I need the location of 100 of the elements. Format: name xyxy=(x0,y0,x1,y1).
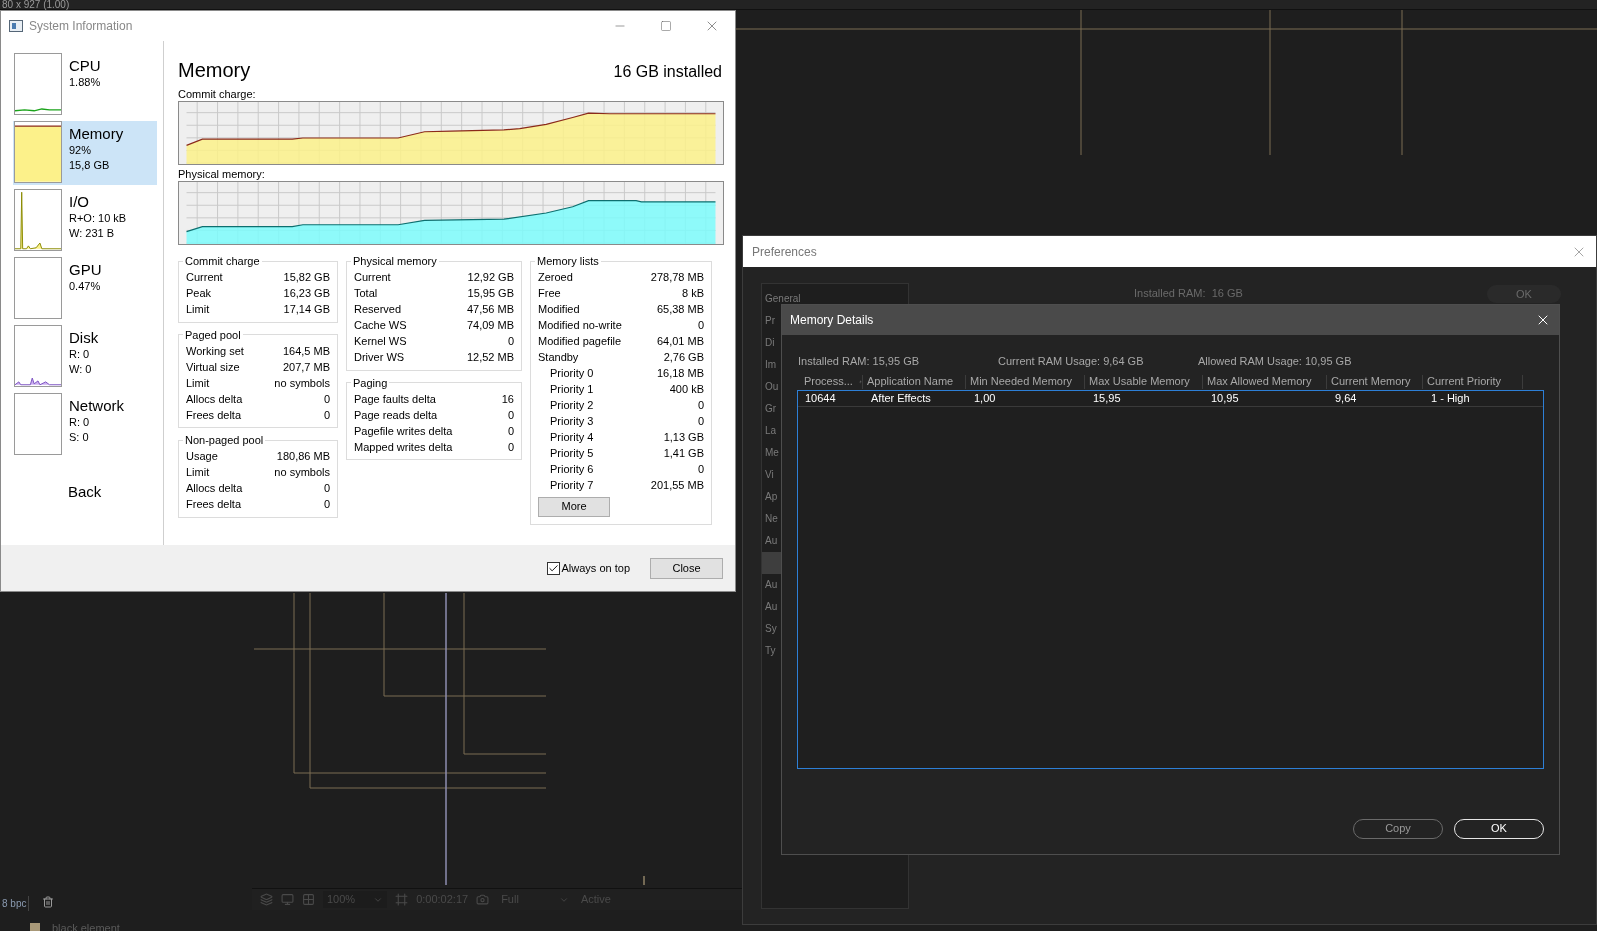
sidebar-item[interactable]: I/O R+O: 10 kB W: 231 B xyxy=(13,189,157,253)
graph-label: Commit charge: xyxy=(178,87,256,101)
column-header[interactable]: Current Memory xyxy=(1327,374,1423,389)
stat-value: 15,95 GB xyxy=(467,286,514,302)
section-heading: Memory xyxy=(178,58,251,83)
stat-label: Priority 1 xyxy=(550,382,594,398)
more-button[interactable]: More xyxy=(538,496,610,517)
table-cell-text: After Effects xyxy=(870,390,932,406)
stat-label: Virtual size xyxy=(186,359,240,375)
stat-label: Driver WS xyxy=(354,350,405,366)
column-header[interactable]: Current Priority xyxy=(1423,374,1523,389)
stat-label: Priority 2 xyxy=(550,398,594,414)
close-button[interactable]: Close xyxy=(650,557,723,579)
stat-value: 180,86 MB xyxy=(276,449,330,465)
sidebar-item[interactable]: Network R: 0 S: 0 xyxy=(13,393,157,457)
column-header[interactable]: Process... xyxy=(800,374,863,389)
stat-label: Standby xyxy=(538,350,579,366)
stat-label: Page faults delta xyxy=(354,391,436,407)
stat-value: 1,41 GB xyxy=(663,446,704,462)
layer-color-swatch xyxy=(30,923,40,931)
stat-label: Allocs delta xyxy=(186,391,243,407)
sidebar-item[interactable]: GPU 0.47% xyxy=(13,257,157,321)
usage-graph xyxy=(14,393,62,455)
app-icon xyxy=(9,20,23,32)
maximize-icon[interactable] xyxy=(660,20,672,32)
stat-value: 74,09 MB xyxy=(466,318,514,334)
group-title: Paging xyxy=(352,375,389,391)
stat-label: Limit xyxy=(186,465,210,481)
bit-depth: 8 bpc xyxy=(0,896,30,911)
stat-label: Priority 0 xyxy=(550,366,594,382)
table-cell-text: 1 - High xyxy=(1430,390,1471,406)
frame-icon[interactable] xyxy=(395,893,409,906)
checkbox[interactable] xyxy=(546,561,560,575)
stat-label: Limit xyxy=(186,302,210,318)
group-title: Physical memory xyxy=(352,254,438,269)
stat-value: no symbols xyxy=(274,465,330,481)
stat-value: 207,7 MB xyxy=(282,359,330,375)
usage-graph xyxy=(14,325,62,387)
stat-label: Priority 4 xyxy=(550,430,594,446)
usage-graph xyxy=(14,53,62,115)
stat-label: Priority 5 xyxy=(550,446,594,462)
stat-value: 0 xyxy=(507,439,514,455)
column-header[interactable]: Max Allowed Memory xyxy=(1203,374,1327,389)
stat-value: 0 xyxy=(507,334,514,350)
stat-label: Current xyxy=(186,270,223,286)
table-cell-text: 1,00 xyxy=(973,390,997,406)
stat-value: 164,5 MB xyxy=(282,343,330,359)
column-header[interactable]: Max Usable Memory xyxy=(1085,374,1203,389)
composition-size: 80 x 927 (1.00) xyxy=(2,0,70,10)
stat-label: Mapped writes delta xyxy=(354,439,453,455)
camera-icon[interactable] xyxy=(476,893,490,906)
stat-value: 0 xyxy=(323,497,330,513)
stat-value: 65,38 MB xyxy=(656,302,704,318)
stat-label: Frees delta xyxy=(186,407,242,423)
stat-value: 201,55 MB xyxy=(650,478,704,494)
column-header[interactable]: Min Needed Memory xyxy=(966,374,1085,389)
stat-value: 0 xyxy=(697,414,704,430)
sidebar-item[interactable]: Memory 92% 15,8 GB xyxy=(13,121,157,185)
stat-value: 16,23 GB xyxy=(283,286,330,302)
group-title: Commit charge xyxy=(184,254,261,269)
layers-icon[interactable] xyxy=(260,893,273,906)
stat-label: Modified pagefile xyxy=(538,334,622,350)
column-header[interactable]: Application Name xyxy=(863,374,966,389)
sidebar-item[interactable]: CPU 1.88% xyxy=(13,53,157,117)
stat-value: 15,82 GB xyxy=(283,270,330,286)
grid-icon[interactable] xyxy=(302,893,315,906)
stat-label: Total xyxy=(354,286,378,302)
stat-value: 0 xyxy=(697,462,704,478)
stat-label: Priority 7 xyxy=(550,478,594,494)
monitor-icon[interactable] xyxy=(281,893,294,906)
group-title: Memory lists xyxy=(536,254,600,269)
stat-value: 0 xyxy=(323,407,330,423)
graph-label: Physical memory: xyxy=(178,167,265,181)
stat-label: Frees delta xyxy=(186,497,242,513)
window-title: Preferences xyxy=(752,243,817,261)
stat-value: 8 kB xyxy=(682,286,704,302)
stat-label: Free xyxy=(538,286,561,302)
group-title: Paged pool xyxy=(184,327,242,343)
group-title: Non-paged pool xyxy=(184,433,265,448)
setting-label: Installed RAM: 16 GB xyxy=(1134,287,1243,299)
stat-value: 12,52 MB xyxy=(466,350,514,366)
stat-value: 0 xyxy=(697,398,704,414)
stat-value: 16,18 MB xyxy=(656,366,704,382)
stat-label: Modified no-write xyxy=(538,318,622,334)
stat-value: 0 xyxy=(507,407,514,423)
window-title: System Information xyxy=(29,18,133,35)
stat-label: Zeroed xyxy=(538,270,573,286)
table-cell-text: 15,95 xyxy=(1092,390,1122,406)
stat-value: 12,92 GB xyxy=(467,270,514,286)
stat-label: Cache WS xyxy=(354,318,407,334)
table-cell-text: 9,64 xyxy=(1334,390,1358,406)
stat-label: Priority 3 xyxy=(550,414,594,430)
usage-graph xyxy=(14,257,62,319)
stat-label: Current xyxy=(354,270,391,286)
stat-value: 0 xyxy=(323,481,330,497)
stat-value: 1,13 GB xyxy=(663,430,704,446)
trash-icon[interactable] xyxy=(42,896,54,908)
checkbox-label: Always on top xyxy=(561,560,630,576)
sidebar-item[interactable]: Disk R: 0 W: 0 xyxy=(13,325,157,389)
back-link[interactable]: Back xyxy=(68,481,102,504)
